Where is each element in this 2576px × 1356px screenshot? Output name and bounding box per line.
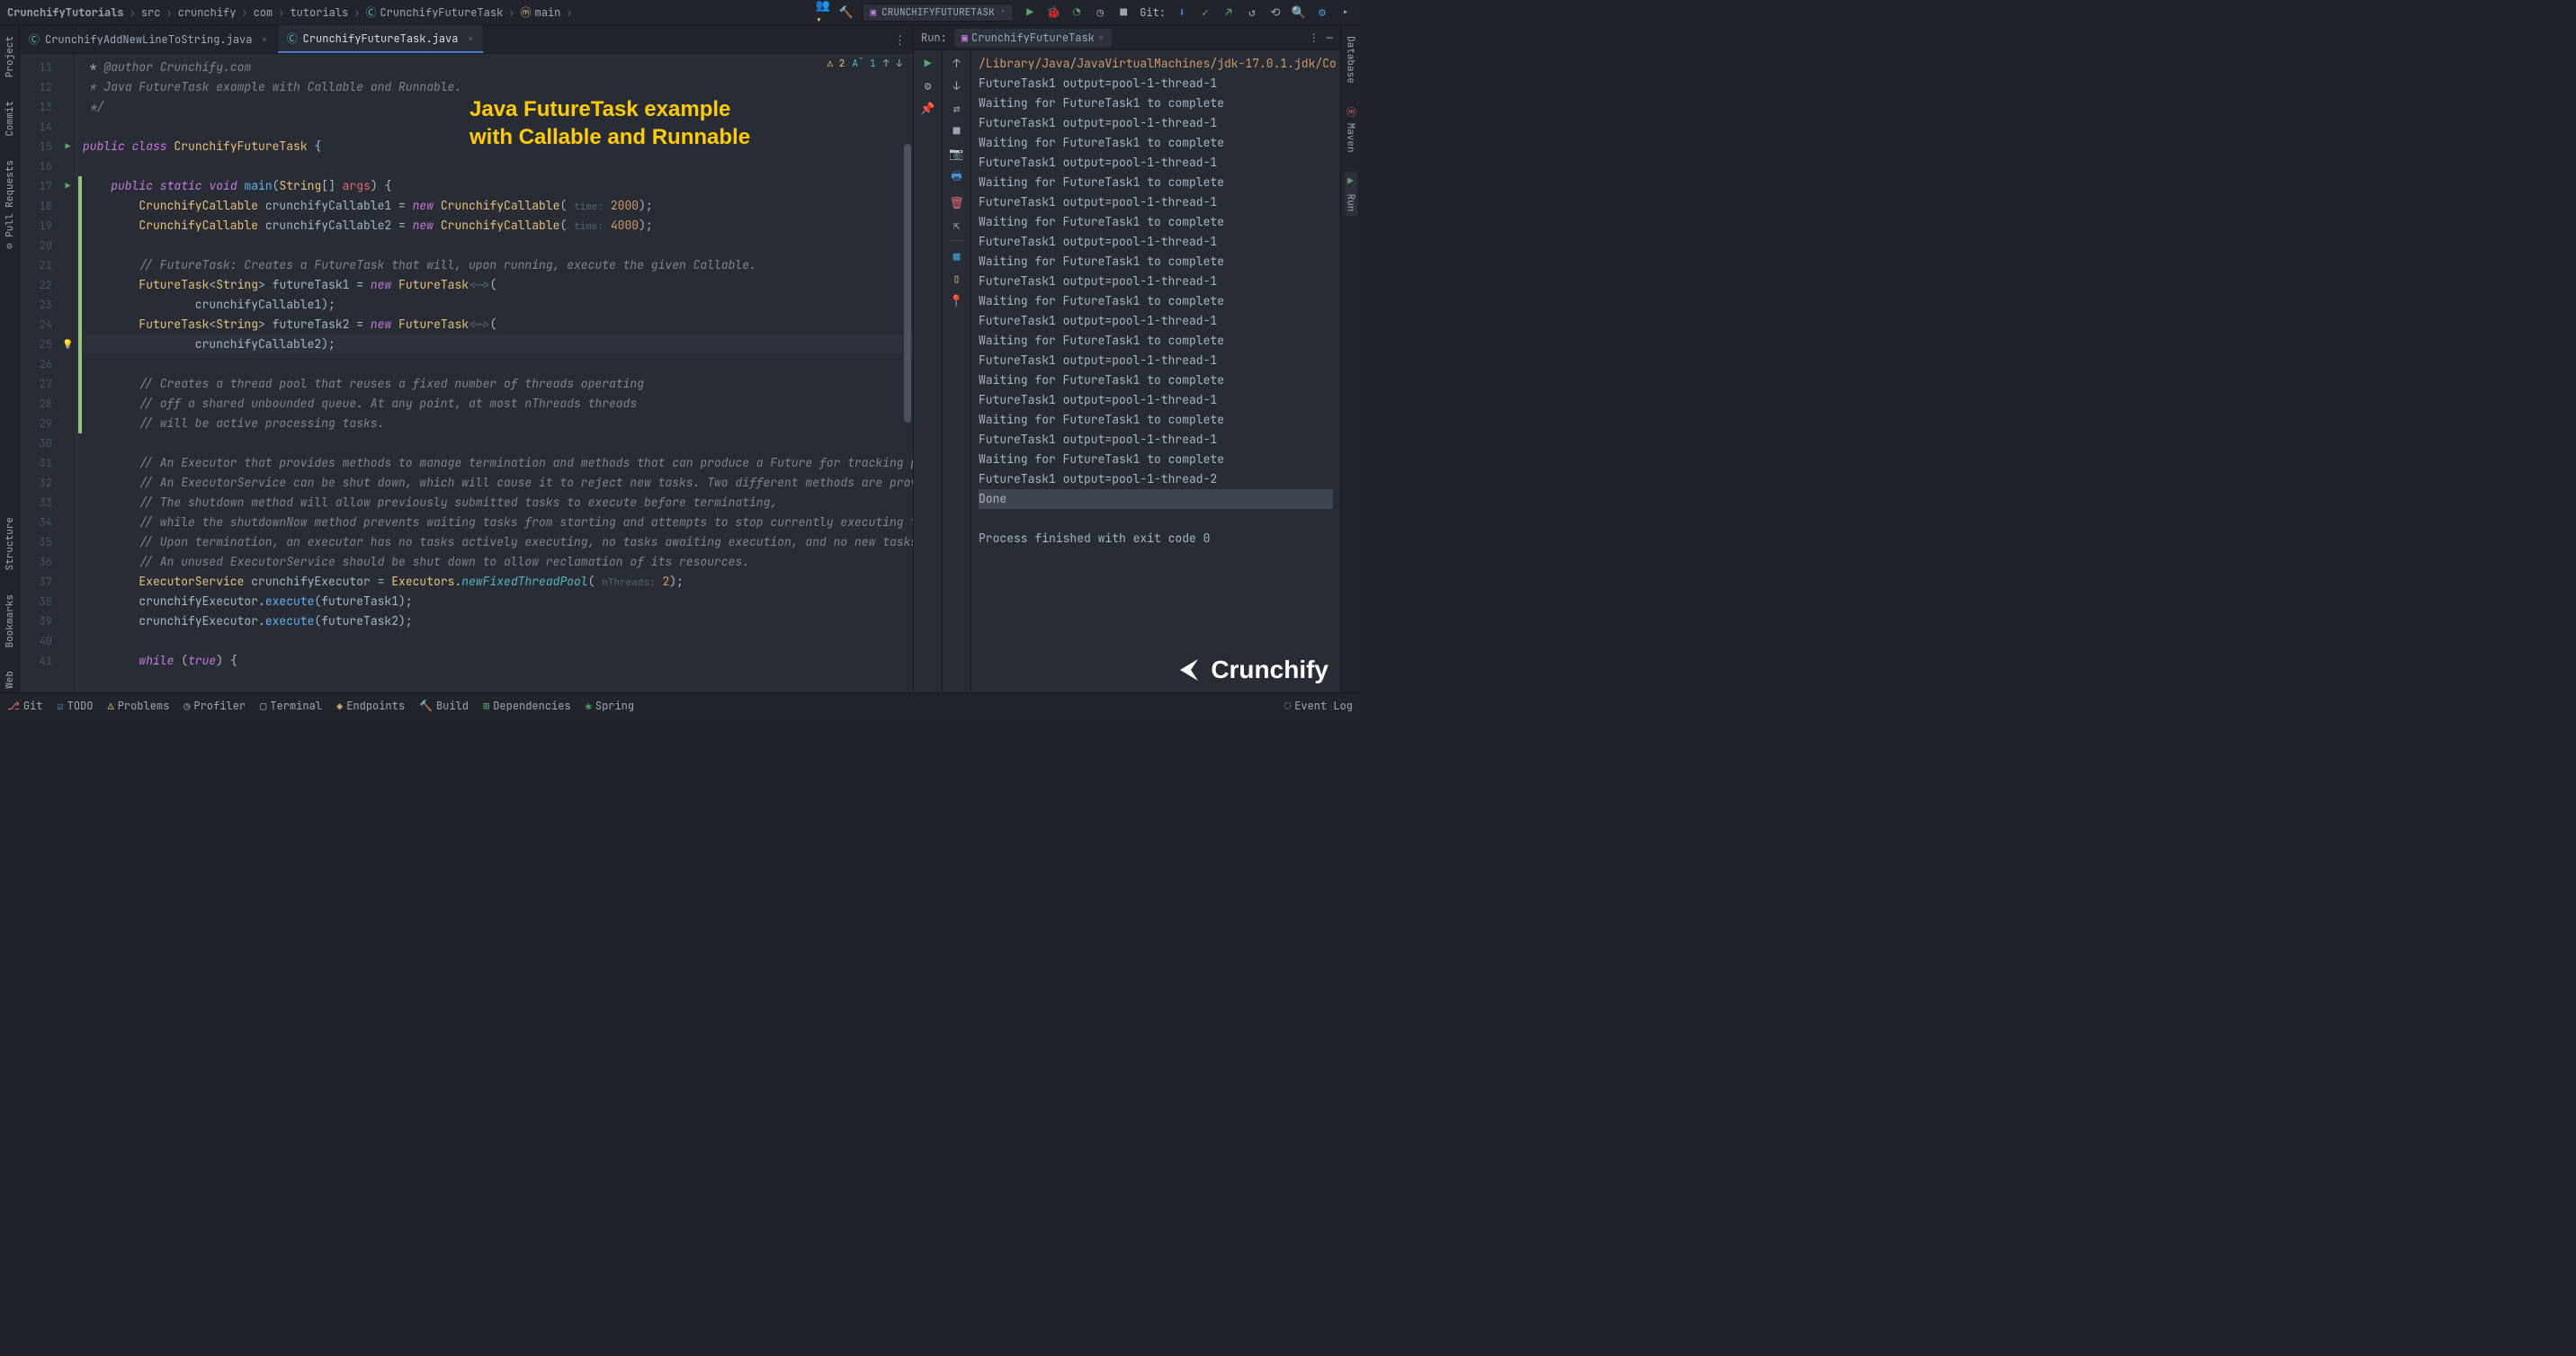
breadcrumb-com[interactable]: com	[254, 5, 273, 20]
bottom-problems[interactable]: ⚠Problems	[107, 699, 169, 713]
git-history-icon[interactable]: ↺	[1245, 5, 1259, 20]
line-number-gutter: 1112131415161718192021222324252627282930…	[20, 54, 59, 692]
git-commit-icon[interactable]: ✓	[1198, 5, 1212, 20]
tab-label: CrunchifyFutureTask.java	[303, 31, 459, 46]
run-second-toolbar: ↑ ↓ ⇄ ■ 📷 🖶 🗑 ⇱ ▦ ▯ 📍	[943, 50, 971, 692]
tool-run[interactable]: ▶ Run	[1345, 172, 1357, 215]
breadcrumb-crunchify[interactable]: crunchify	[178, 5, 237, 20]
bottom-todo[interactable]: ☑TODO	[57, 699, 93, 713]
tool-commit[interactable]: Commit	[4, 97, 16, 140]
editor-tabs: Ⓒ CrunchifyAddNewLineToString.java × Ⓒ C…	[20, 25, 913, 54]
fold-gutter[interactable]: ▶▶💡	[59, 54, 77, 692]
run-configuration-selector[interactable]: ▣ CRUNCHIFYFUTURETASK ▾	[863, 4, 1015, 22]
ide-settings-icon[interactable]: ⚙	[1315, 5, 1329, 20]
tool-database[interactable]: Database	[1345, 32, 1357, 87]
tab-label: CrunchifyAddNewLineToString.java	[45, 32, 252, 47]
breadcrumb-method[interactable]: ⓜ main	[521, 4, 561, 20]
bottom-build[interactable]: 🔨Build	[419, 699, 469, 713]
editor-scrollbar[interactable]	[902, 54, 913, 692]
tool-structure[interactable]: Structure	[4, 513, 16, 574]
right-tool-stripe: Database ⓜ Maven ▶ Run	[1340, 25, 1360, 692]
bottom-profiler[interactable]: ◷Profiler	[183, 699, 246, 713]
settings-icon[interactable]: ⚙	[925, 78, 932, 94]
git-rollback-icon[interactable]: ⟲	[1268, 5, 1283, 20]
breadcrumb-project[interactable]: CrunchifyTutorials	[7, 5, 124, 20]
coverage-button[interactable]: ◔	[1069, 5, 1084, 20]
run-tool-window: Run: ▣ CrunchifyFutureTask × ⋮ — ▶ ⚙ 📌 ↑…	[913, 25, 1340, 692]
breadcrumb-src[interactable]: src	[141, 5, 161, 20]
delete-icon[interactable]: 🗑	[949, 195, 964, 210]
close-icon[interactable]: ×	[467, 31, 473, 46]
pin2-icon[interactable]: 📍	[949, 293, 963, 308]
git-update-icon[interactable]: ⬇	[1175, 5, 1189, 20]
run-options-icon[interactable]: ⋮	[1309, 31, 1319, 45]
bottom-git[interactable]: ⎇Git	[7, 699, 42, 713]
inspections-widget[interactable]: ⚠ 2 Aˇ 1 ↑ ↓	[827, 58, 902, 70]
navigation-bar: CrunchifyTutorials› src› crunchify› com›…	[0, 0, 1360, 25]
next-highlight-icon[interactable]: ↓	[896, 58, 902, 70]
status-bar: ⎇Git ☑TODO ⚠Problems ◷Profiler ▢Terminal…	[0, 692, 1360, 718]
java-class-icon: Ⓒ	[29, 31, 40, 47]
git-label: Git:	[1140, 5, 1166, 20]
toolbar-right: 👥▾ 🔨 ▣ CRUNCHIFYFUTURETASK ▾ ▶ 🐞 ◔ ◷ ■ G…	[816, 4, 1353, 22]
tool-bookmarks[interactable]: Bookmarks	[4, 591, 16, 651]
bottom-event-log[interactable]: ◌Event Log	[1284, 699, 1353, 713]
bottom-endpoints[interactable]: ◈Endpoints	[336, 699, 405, 713]
bottom-terminal[interactable]: ▢Terminal	[260, 699, 322, 713]
bottom-spring[interactable]: ❀Spring	[586, 699, 634, 713]
run-left-toolbar: ▶ ⚙ 📌	[914, 50, 943, 692]
warning-icon[interactable]: ⚠ 2	[827, 58, 845, 70]
run-button[interactable]: ▶	[1023, 5, 1037, 20]
screenshot-icon[interactable]: 📷	[949, 146, 963, 161]
run-header: Run: ▣ CrunchifyFutureTask × ⋮ —	[914, 25, 1340, 50]
tab-futuretask[interactable]: Ⓒ CrunchifyFutureTask.java ×	[278, 25, 484, 53]
tab-options-icon[interactable]: ⋮	[887, 25, 913, 53]
code-with-me-icon[interactable]: 👥▾	[816, 5, 830, 20]
tool-maven[interactable]: ⓜ Maven	[1344, 103, 1358, 156]
breadcrumbs: CrunchifyTutorials› src› crunchify› com›…	[7, 4, 575, 20]
close-icon[interactable]: ×	[1098, 31, 1105, 45]
code-editor[interactable]: 1112131415161718192021222324252627282930…	[20, 54, 913, 692]
tool-project[interactable]: Project	[4, 32, 16, 81]
breadcrumb-tutorials[interactable]: tutorials	[290, 5, 348, 20]
left-tool-stripe: Project Commit ⊙ Pull Requests Structure…	[0, 25, 20, 692]
stop-button[interactable]: ■	[1116, 5, 1131, 20]
code-content[interactable]: * @author Crunchify.com * Java FutureTas…	[83, 54, 913, 692]
java-class-icon: Ⓒ	[287, 31, 298, 46]
git-push-icon[interactable]: ↗	[1221, 5, 1236, 20]
up-icon[interactable]: ↑	[953, 56, 961, 71]
breadcrumb-class[interactable]: Ⓒ CrunchifyFutureTask	[365, 4, 503, 20]
filter-icon[interactable]: ▯	[953, 271, 961, 286]
print-icon[interactable]: 🖶	[951, 168, 962, 188]
run-title: Run:	[921, 31, 947, 45]
minimize-icon[interactable]: —	[1327, 31, 1333, 45]
run-tab[interactable]: ▣ CrunchifyFutureTask ×	[954, 29, 1112, 47]
rerun-icon[interactable]: ▶	[925, 56, 932, 71]
run-config-icon: ▣	[962, 31, 968, 45]
search-icon[interactable]: 🔍	[1292, 5, 1306, 20]
tab-addnewline[interactable]: Ⓒ CrunchifyAddNewLineToString.java ×	[20, 25, 278, 53]
scrollbar-thumb[interactable]	[904, 144, 911, 423]
layout-icon[interactable]: ▦	[953, 248, 961, 263]
tool-pull-requests[interactable]: ⊙ Pull Requests	[4, 156, 16, 253]
export-icon[interactable]: ⇱	[953, 218, 961, 233]
console-output[interactable]: /Library/Java/JavaVirtualMachines/jdk-17…	[971, 50, 1340, 692]
profile-button[interactable]: ◷	[1093, 5, 1107, 20]
build-icon[interactable]: 🔨	[839, 5, 854, 20]
debug-button[interactable]: 🐞	[1046, 5, 1060, 20]
typo-icon[interactable]: Aˇ 1	[852, 58, 875, 70]
editor-area: Ⓒ CrunchifyAddNewLineToString.java × Ⓒ C…	[20, 25, 913, 692]
prev-highlight-icon[interactable]: ↑	[883, 58, 890, 70]
bottom-dependencies[interactable]: ⊞Dependencies	[483, 699, 571, 713]
stop-icon[interactable]: ■	[953, 123, 961, 138]
tool-web[interactable]: Web	[4, 667, 16, 692]
wrap-icon[interactable]: ⇄	[953, 101, 961, 116]
close-icon[interactable]: ×	[261, 32, 267, 47]
pin-icon[interactable]: 📌	[920, 101, 935, 116]
show-icon[interactable]: ▸	[1338, 5, 1353, 20]
down-icon[interactable]: ↓	[953, 78, 961, 94]
